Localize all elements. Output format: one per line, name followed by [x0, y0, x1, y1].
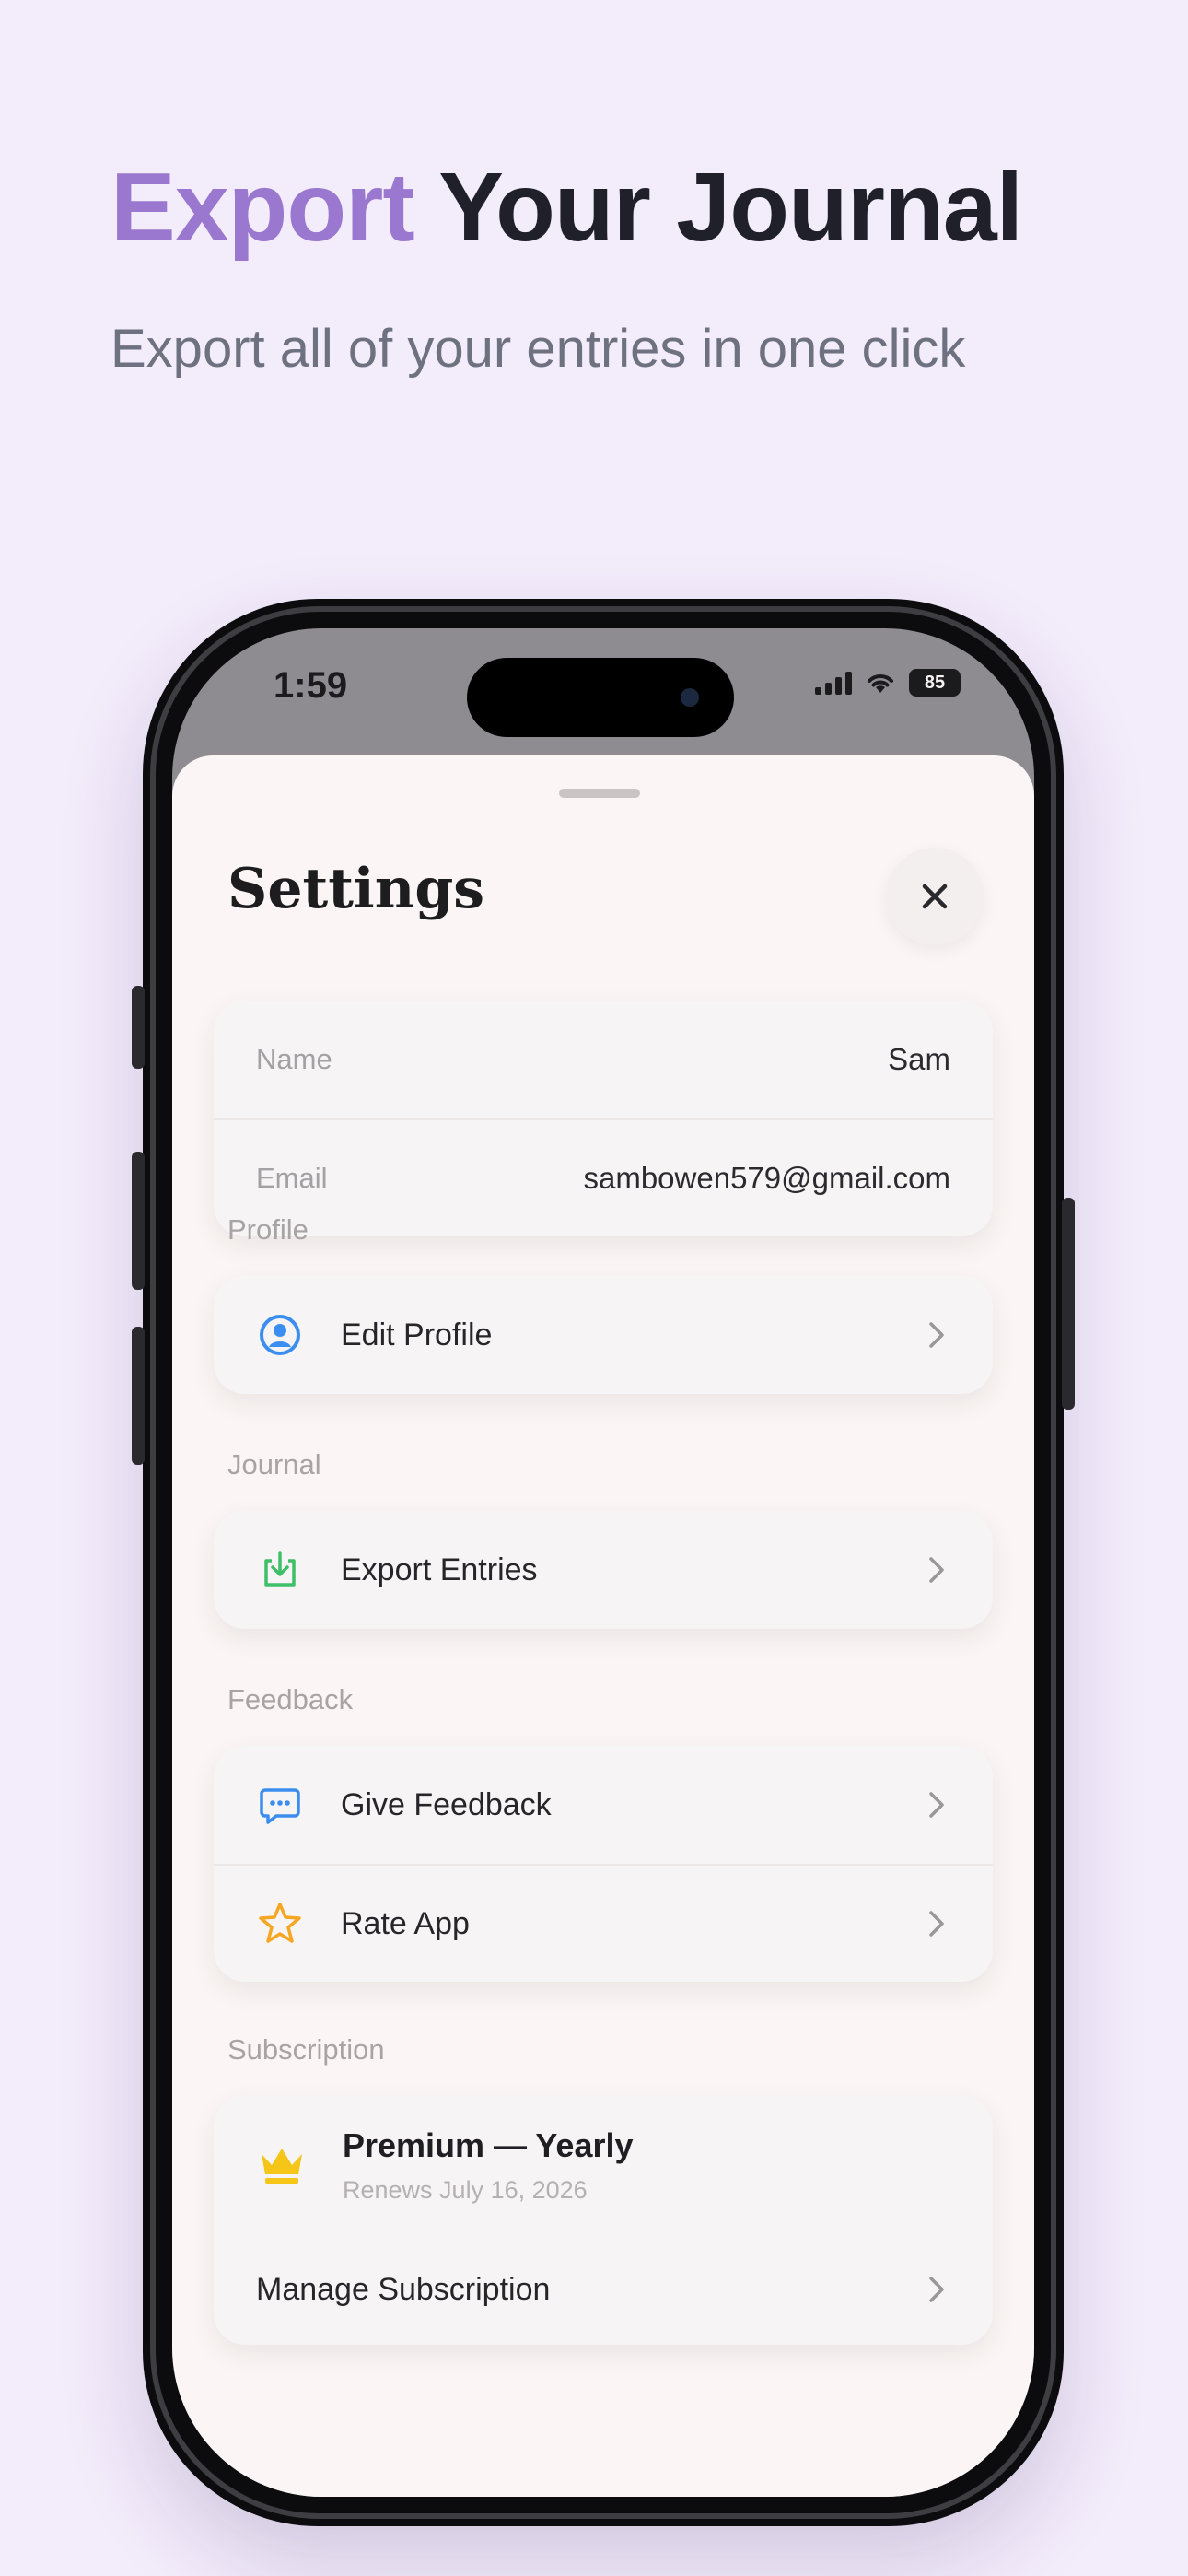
- settings-sheet: Settings Name Sam Email sambowen579@gmai…: [172, 755, 1034, 2497]
- profile-card: Edit Profile: [214, 1276, 993, 1394]
- email-value: sambowen579@gmail.com: [583, 1161, 950, 1195]
- give-feedback-row[interactable]: Give Feedback: [214, 1746, 993, 1864]
- chat-bubble-icon: [256, 1781, 304, 1829]
- close-button[interactable]: [886, 848, 984, 945]
- hero-title-accent: Export: [111, 153, 415, 262]
- hero-title-rest: Your Journal: [438, 153, 1023, 262]
- manage-subscription-label: Manage Subscription: [256, 2271, 551, 2307]
- feedback-card: Give Feedback Rate App: [214, 1746, 993, 1982]
- status-time: 1:59: [274, 665, 348, 706]
- subscription-card: Premium — Yearly Renews July 16, 2026 Ma…: [214, 2096, 993, 2345]
- chevron-right-icon: [923, 1905, 950, 1942]
- crown-icon: [256, 2139, 308, 2191]
- subscription-info: Premium — Yearly Renews July 16, 2026: [343, 2126, 634, 2205]
- section-subscription: Subscription: [227, 2033, 385, 2066]
- dynamic-island: [467, 658, 734, 737]
- hero-title: Export Your Journal: [111, 152, 1023, 263]
- settings-title: Settings: [227, 857, 485, 921]
- chevron-right-icon: [923, 1317, 950, 1353]
- manage-subscription-row[interactable]: Manage Subscription: [214, 2234, 993, 2345]
- person-circle-icon: [256, 1311, 304, 1359]
- subscription-plan: Premium — Yearly: [343, 2125, 634, 2164]
- chevron-right-icon: [923, 1786, 950, 1823]
- mute-switch: [132, 986, 145, 1069]
- email-label: Email: [256, 1162, 328, 1194]
- journal-card: Export Entries: [214, 1511, 993, 1629]
- section-journal: Journal: [227, 1448, 321, 1481]
- name-row: Name Sam: [214, 1001, 993, 1118]
- chevron-right-icon: [923, 1551, 950, 1588]
- signal-icon: [815, 671, 852, 695]
- edit-profile-row[interactable]: Edit Profile: [214, 1276, 993, 1394]
- give-feedback-label: Give Feedback: [341, 1786, 552, 1822]
- export-entries-row[interactable]: Export Entries: [214, 1511, 993, 1629]
- rate-app-label: Rate App: [341, 1905, 470, 1941]
- chevron-right-icon: [923, 2271, 950, 2308]
- edit-profile-label: Edit Profile: [341, 1317, 493, 1352]
- section-profile: Profile: [227, 1213, 309, 1246]
- rate-app-row[interactable]: Rate App: [214, 1864, 993, 1982]
- phone-screen: 1:59 85 Settings Name Sam Email sambowen…: [172, 628, 1034, 2497]
- account-card: Name Sam Email sambowen579@gmail.com: [214, 1001, 993, 1236]
- star-icon: [256, 1900, 304, 1948]
- status-icons: 85: [815, 669, 961, 697]
- subscription-plan-row: Premium — Yearly Renews July 16, 2026: [214, 2096, 993, 2234]
- name-label: Name: [256, 1043, 332, 1075]
- wifi-icon: [868, 674, 893, 693]
- email-row: Email sambowen579@gmail.com: [214, 1118, 993, 1236]
- subscription-renewal: Renews July 16, 2026: [343, 2175, 588, 2204]
- section-feedback: Feedback: [227, 1683, 354, 1715]
- sheet-grabber[interactable]: [559, 789, 640, 798]
- volume-down-button: [132, 1327, 145, 1465]
- close-icon: [922, 884, 948, 909]
- phone-frame: 1:59 85 Settings Name Sam Email sambowen…: [132, 599, 1075, 2526]
- hero-subtitle: Export all of your entries in one click: [111, 319, 966, 379]
- name-value: Sam: [888, 1042, 950, 1076]
- export-entries-label: Export Entries: [341, 1551, 538, 1587]
- camera-dot: [681, 688, 699, 707]
- battery-icon: 85: [909, 669, 961, 697]
- volume-up-button: [132, 1152, 145, 1290]
- status-bar: 1:59 85: [172, 628, 1034, 767]
- download-tray-icon: [256, 1546, 304, 1594]
- power-button: [1062, 1198, 1075, 1410]
